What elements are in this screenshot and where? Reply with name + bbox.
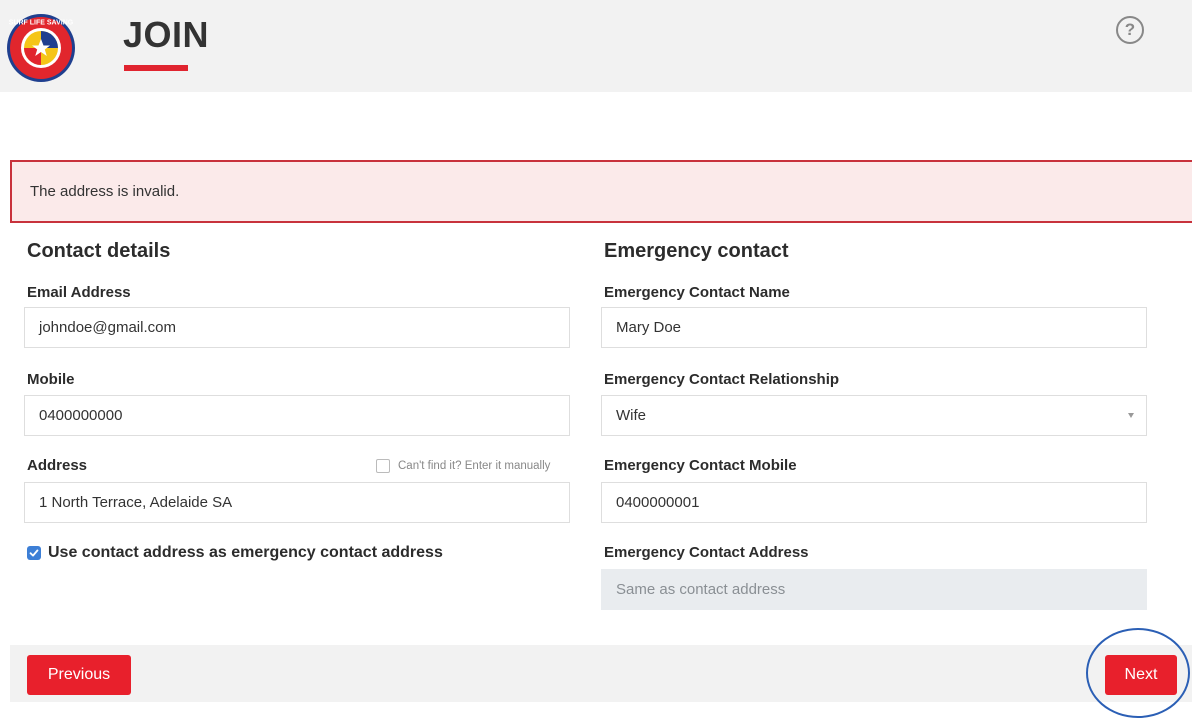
manual-address-toggle[interactable]: Can't find it? Enter it manually <box>376 459 550 473</box>
page-title: JOIN <box>123 14 210 55</box>
emergency-mobile-value: 0400000001 <box>616 494 700 511</box>
mobile-field[interactable]: 0400000000 <box>24 395 570 436</box>
email-label: Email Address <box>27 284 131 301</box>
emergency-relationship-value: Wife <box>616 407 646 424</box>
mobile-label: Mobile <box>27 371 75 388</box>
title-underline <box>124 65 188 71</box>
surf-life-saving-logo: SURF LIFE SAVING <box>7 14 75 82</box>
mobile-value: 0400000000 <box>39 407 123 424</box>
address-value: 1 North Terrace, Adelaide SA <box>39 494 233 511</box>
question-circle-icon[interactable]: ? <box>1116 16 1144 44</box>
emergency-name-value: Mary Doe <box>616 319 682 336</box>
emergency-mobile-field[interactable]: 0400000001 <box>601 482 1147 523</box>
page-header: SURF LIFE SAVING JOIN ? <box>0 0 1192 92</box>
use-contact-address-checkbox[interactable] <box>27 546 41 560</box>
manual-address-checkbox[interactable] <box>376 459 390 473</box>
emergency-address-field: Same as contact address <box>601 569 1147 610</box>
emergency-relationship-label: Emergency Contact Relationship <box>604 371 840 388</box>
emergency-relationship-select[interactable]: Wife <box>601 395 1147 436</box>
emergency-address-label: Emergency Contact Address <box>604 544 809 561</box>
logo-text: SURF LIFE SAVING <box>9 20 74 27</box>
emergency-mobile-label: Emergency Contact Mobile <box>604 457 797 474</box>
previous-button[interactable]: Previous <box>27 655 131 695</box>
email-value: johndoe@gmail.com <box>39 319 176 336</box>
use-contact-address-label: Use contact address as emergency contact… <box>48 544 443 561</box>
next-button-highlight <box>1086 628 1190 718</box>
address-label: Address <box>27 457 88 474</box>
address-field[interactable]: 1 North Terrace, Adelaide SA <box>24 482 570 523</box>
contact-details-heading: Contact details <box>27 240 171 262</box>
error-message: The address is invalid. <box>30 183 180 200</box>
email-field[interactable]: johndoe@gmail.com <box>24 307 570 348</box>
use-contact-address-option[interactable]: Use contact address as emergency contact… <box>27 544 443 562</box>
emergency-contact-heading: Emergency contact <box>604 240 789 262</box>
checkmark-icon <box>29 549 39 557</box>
emergency-name-field[interactable]: Mary Doe <box>601 307 1147 348</box>
error-alert: The address is invalid. <box>10 160 1192 223</box>
emergency-address-placeholder: Same as contact address <box>616 581 786 598</box>
form-footer <box>10 645 1192 702</box>
chevron-down-icon <box>1128 413 1134 418</box>
manual-address-label: Can't find it? Enter it manually <box>398 460 551 472</box>
emergency-name-label: Emergency Contact Name <box>604 284 790 301</box>
